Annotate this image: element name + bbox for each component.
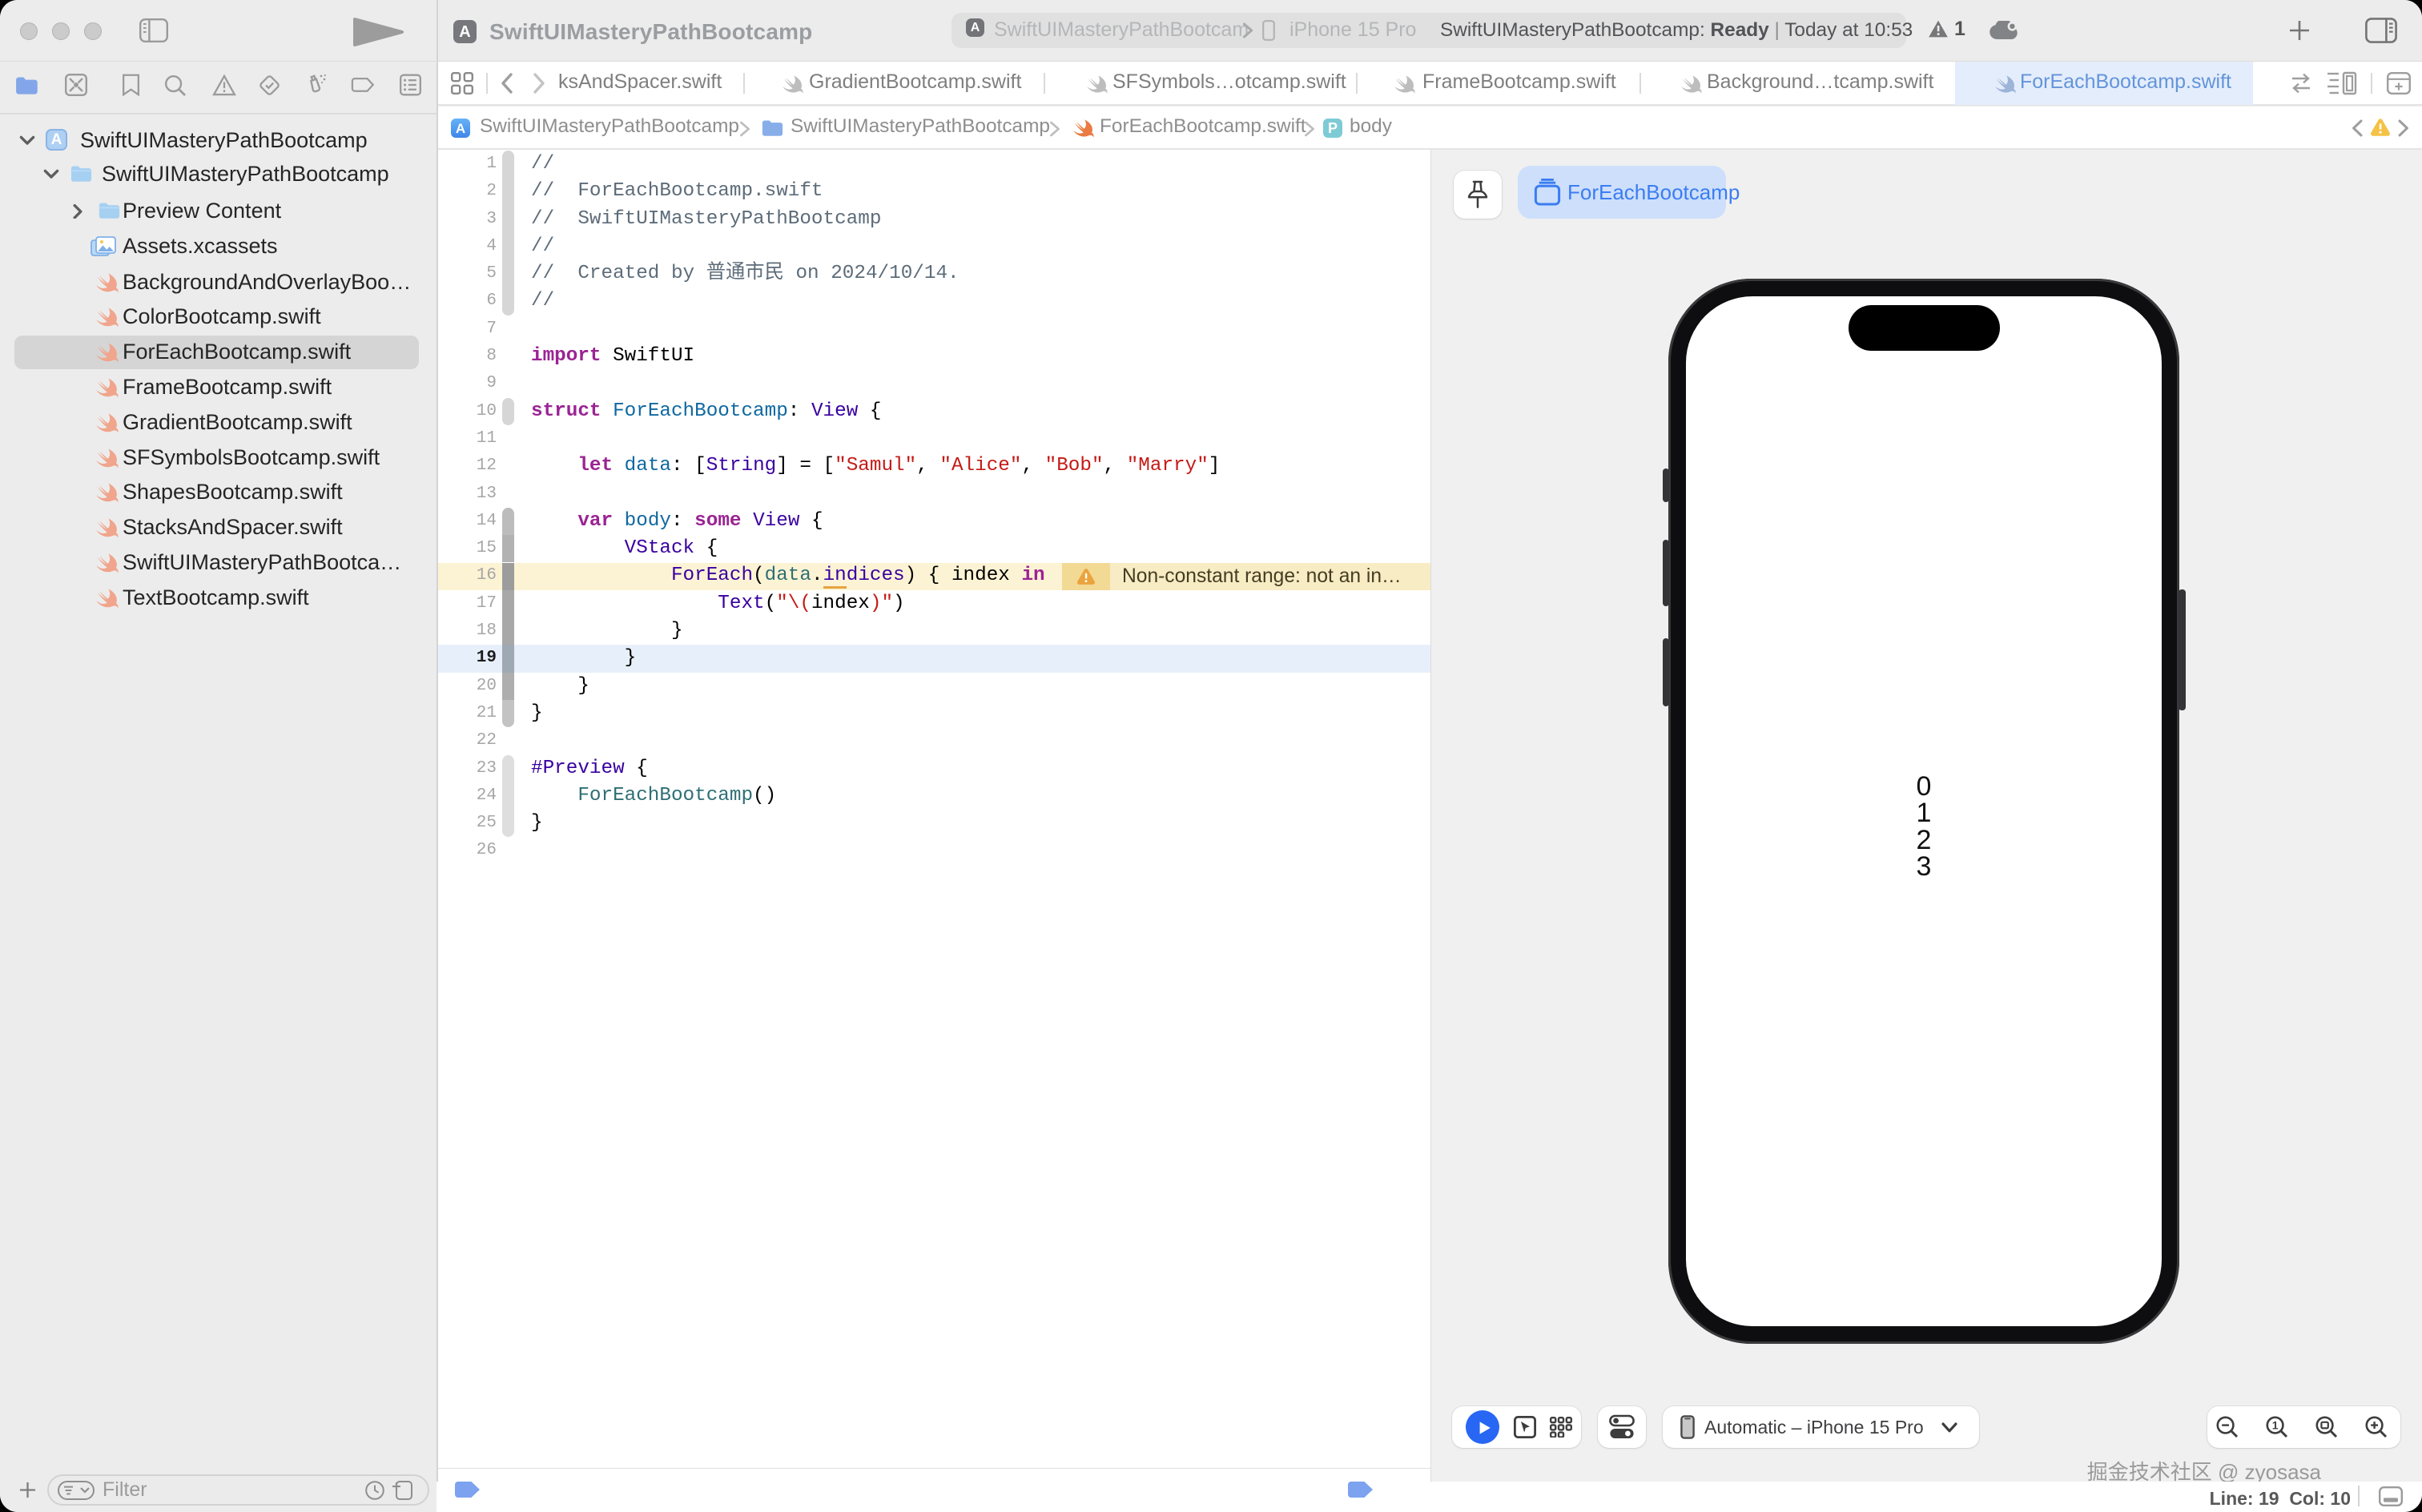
svg-text:1: 1 [2272,1419,2279,1432]
